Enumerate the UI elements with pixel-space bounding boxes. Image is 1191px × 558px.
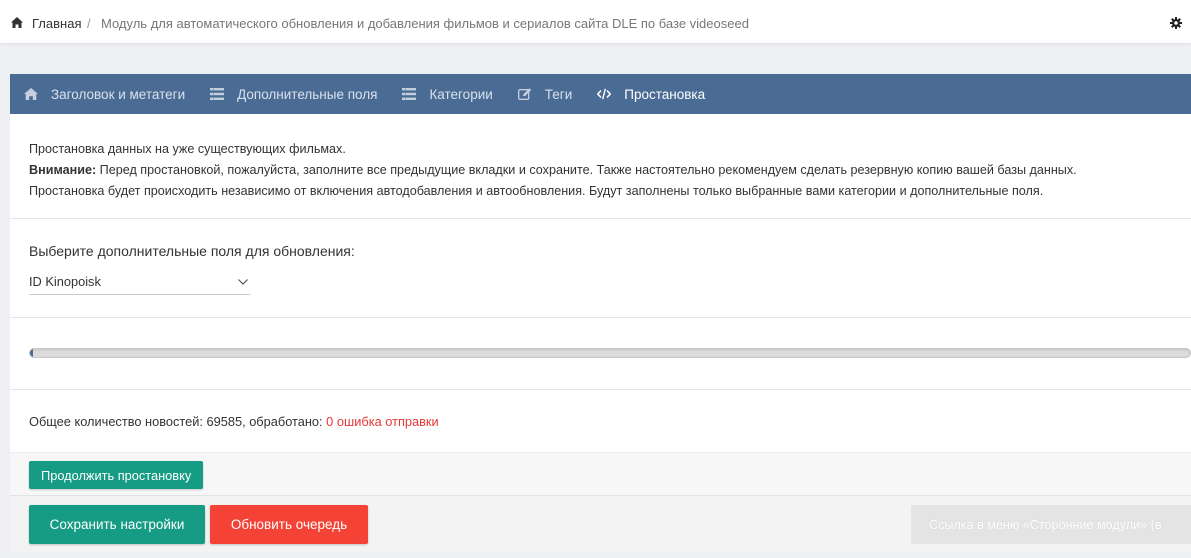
code-icon [597, 88, 612, 100]
info-line-1: Простановка данных на уже существующих ф… [29, 142, 346, 156]
breadcrumb-home[interactable]: Главная [32, 16, 81, 31]
tab-categories[interactable]: Категории [392, 74, 507, 114]
stats-prefix: Общее количество новостей: [29, 414, 207, 429]
progress-fill [30, 349, 33, 357]
top-bar: Главная / Модуль для автоматического обн… [0, 0, 1191, 44]
warning-label: Внимание: [29, 163, 97, 177]
stats-middle: , обработано: [242, 414, 327, 429]
progress-section [10, 318, 1191, 389]
footer-bar: Сохранить настройки Обновить очередь Ссы… [10, 495, 1191, 553]
stats-error-text: ошибка отправки [333, 414, 439, 429]
tab-extra-fields[interactable]: Дополнительные поля [200, 74, 392, 114]
fields-label: Выберите дополнительные поля для обновле… [29, 243, 355, 259]
breadcrumb-current-page: Модуль для автоматического обновления и … [101, 16, 749, 31]
tab-tags[interactable]: Теги [508, 74, 587, 114]
fields-section: Выберите дополнительные поля для обновле… [10, 219, 1191, 317]
continue-section: Продолжить простановку [10, 452, 1191, 495]
tab-label: Дополнительные поля [237, 86, 378, 102]
tab-bar: Заголовок и метатеги Дополнительные поля… [10, 74, 1191, 114]
info-text: Простановка данных на уже существующих ф… [10, 114, 1191, 218]
tab-label: Простановка [624, 86, 706, 102]
breadcrumb-separator: / [87, 16, 91, 31]
save-settings-button[interactable]: Сохранить настройки [29, 505, 205, 544]
gear-icon[interactable] [1170, 17, 1182, 29]
tab-label: Категории [429, 86, 493, 102]
fields-select[interactable]: ID Kinopoisk [29, 273, 250, 295]
stats-total: 69585 [206, 414, 243, 429]
home-icon[interactable] [11, 17, 23, 28]
menu-link-button[interactable]: Ссылка в меню «Сторонние модули» (в [911, 505, 1191, 544]
edit-icon [517, 88, 531, 100]
chevron-down-icon [238, 278, 248, 285]
settings-panel: Заголовок и метатеги Дополнительные поля… [10, 74, 1191, 553]
tab-bulk-fill[interactable]: Простановка [587, 74, 720, 114]
list-icon [210, 88, 225, 100]
tab-label: Заголовок и метатеги [51, 86, 186, 102]
home-icon [24, 88, 38, 100]
refresh-queue-button[interactable]: Обновить очередь [210, 505, 368, 544]
warning-text: Перед простановкой, пожалуйста, заполнит… [96, 163, 1077, 177]
fields-select-value: ID Kinopoisk [29, 274, 101, 289]
progress-bar [29, 348, 1191, 358]
info-line-2: Внимание: Перед простановкой, пожалуйста… [29, 160, 1172, 181]
stats-line: Общее количество новостей: 69585, обрабо… [10, 390, 1191, 452]
tab-title-meta[interactable]: Заголовок и метатеги [14, 74, 200, 114]
list-icon [402, 88, 417, 100]
continue-fill-button[interactable]: Продолжить простановку [29, 461, 204, 489]
tab-label: Теги [544, 86, 573, 102]
info-line-3: Простановка будет происходить независимо… [29, 184, 1044, 198]
